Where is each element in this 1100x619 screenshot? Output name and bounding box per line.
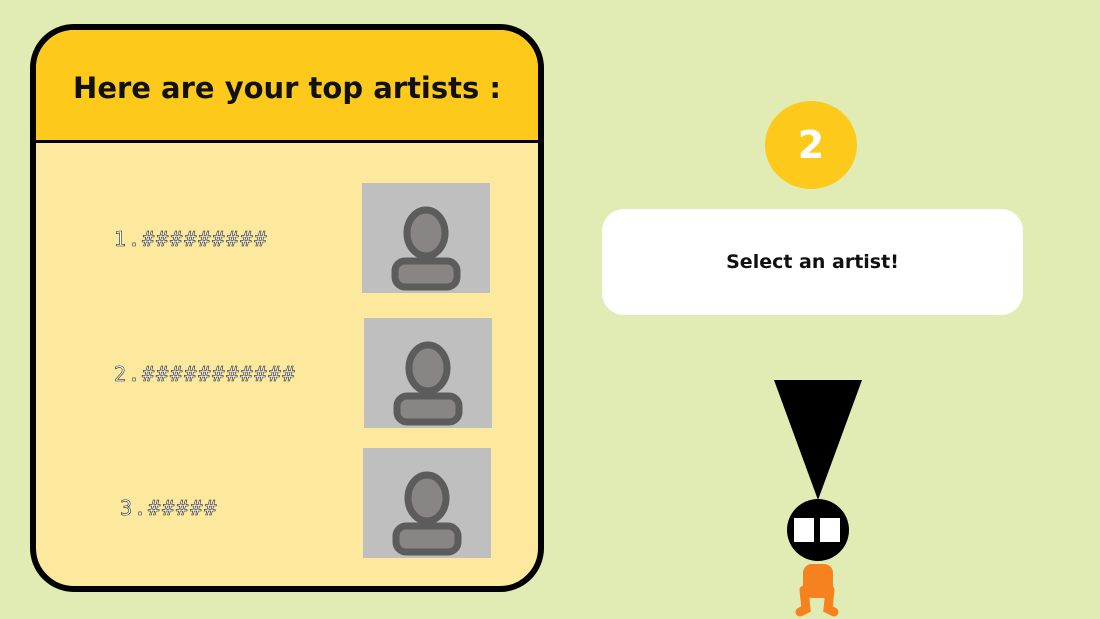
user-silhouette-icon — [393, 341, 463, 426]
artist-photo[interactable] — [364, 318, 492, 428]
character — [770, 378, 870, 618]
artist-row-3[interactable]: 3.##### — [36, 448, 538, 560]
character-sprite — [774, 380, 862, 617]
prompt-box: Select an artist! — [602, 209, 1023, 315]
artist-photo[interactable] — [363, 448, 491, 558]
left-eye-icon — [792, 516, 816, 544]
user-silhouette-icon — [391, 206, 461, 291]
artist-row-2[interactable]: 2.########### — [36, 318, 538, 430]
artist-row-1[interactable]: 1.######### — [36, 183, 538, 295]
right-eye-icon — [818, 516, 842, 544]
artist-name: 2.########### — [114, 362, 297, 387]
prompt-text: Select an artist! — [726, 251, 899, 273]
top-artists-panel: Here are your top artists : 1.######### … — [30, 24, 544, 592]
artist-name: 3.##### — [120, 496, 219, 521]
artist-photo[interactable] — [362, 183, 490, 293]
left-leg-icon — [795, 585, 811, 617]
user-silhouette-icon — [392, 471, 462, 556]
panel-header: Here are your top artists : — [36, 30, 538, 143]
artist-name: 1.######### — [114, 227, 269, 252]
right-leg-icon — [823, 585, 839, 617]
hat-icon — [774, 380, 862, 500]
panel-title: Here are your top artists : — [73, 71, 501, 105]
step-number-badge: 2 — [765, 101, 857, 189]
